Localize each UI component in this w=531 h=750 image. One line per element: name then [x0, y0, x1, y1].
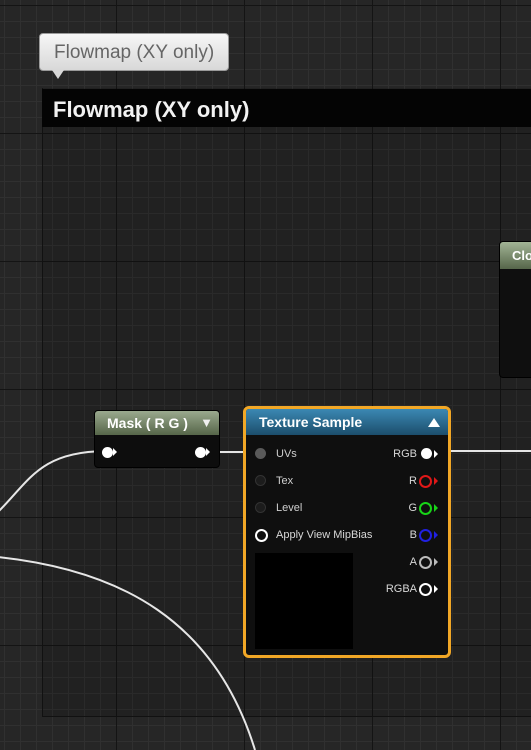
rgb-output-arrow-icon	[434, 450, 438, 458]
collapse-triangle-icon[interactable]	[428, 418, 440, 427]
rgba-output-label: RGBA	[385, 583, 417, 595]
chevron-down-icon[interactable]: ▼	[200, 411, 213, 435]
g-output-pin[interactable]	[419, 502, 432, 515]
texture-sample-header[interactable]: Texture Sample	[246, 409, 448, 435]
texture-sample-title: Texture Sample	[259, 414, 363, 430]
g-output-arrow-icon	[434, 504, 438, 512]
partial-node[interactable]: Clo	[499, 241, 531, 378]
tex-input-pin[interactable]	[255, 475, 266, 486]
rgb-output-label: RGB	[393, 448, 417, 460]
texture-sample-node[interactable]: Texture Sample UVs Tex Level Apply View …	[243, 406, 451, 658]
level-input-label: Level	[276, 502, 303, 514]
tex-input-label: Tex	[276, 475, 294, 487]
mask-output-arrow-icon	[206, 448, 210, 456]
apply-view-mipbias-label: Apply View MipBias	[276, 529, 373, 541]
rgba-output-pin[interactable]	[419, 583, 432, 596]
partial-node-header: Clo	[500, 242, 531, 269]
level-input-pin[interactable]	[255, 502, 266, 513]
b-output-arrow-icon	[434, 531, 438, 539]
a-output-pin[interactable]	[419, 556, 432, 569]
rgb-output-pin[interactable]	[421, 448, 432, 459]
mask-node[interactable]: Mask ( R G ) ▼	[94, 410, 220, 468]
wire-curve-lower	[0, 556, 256, 750]
a-output-label: A	[409, 556, 417, 568]
texture-preview	[255, 553, 353, 649]
uvs-input-pin[interactable]	[255, 448, 266, 459]
r-output-pin[interactable]	[419, 475, 432, 488]
mask-input-pin[interactable]	[102, 447, 113, 458]
b-output-label: B	[409, 529, 417, 541]
mask-node-header[interactable]: Mask ( R G ) ▼	[95, 411, 219, 435]
r-output-label: R	[409, 475, 417, 487]
uvs-input-label: UVs	[276, 448, 297, 460]
apply-view-mipbias-pin[interactable]	[255, 529, 268, 542]
rgba-output-arrow-icon	[434, 585, 438, 593]
mask-node-title: Mask ( R G )	[107, 415, 188, 431]
b-output-pin[interactable]	[419, 529, 432, 542]
a-output-arrow-icon	[434, 558, 438, 566]
wire-to-mask-input	[0, 450, 106, 512]
mask-input-arrow-icon	[113, 448, 117, 456]
mask-output-pin[interactable]	[195, 447, 206, 458]
r-output-arrow-icon	[434, 477, 438, 485]
g-output-label: G	[408, 502, 417, 514]
